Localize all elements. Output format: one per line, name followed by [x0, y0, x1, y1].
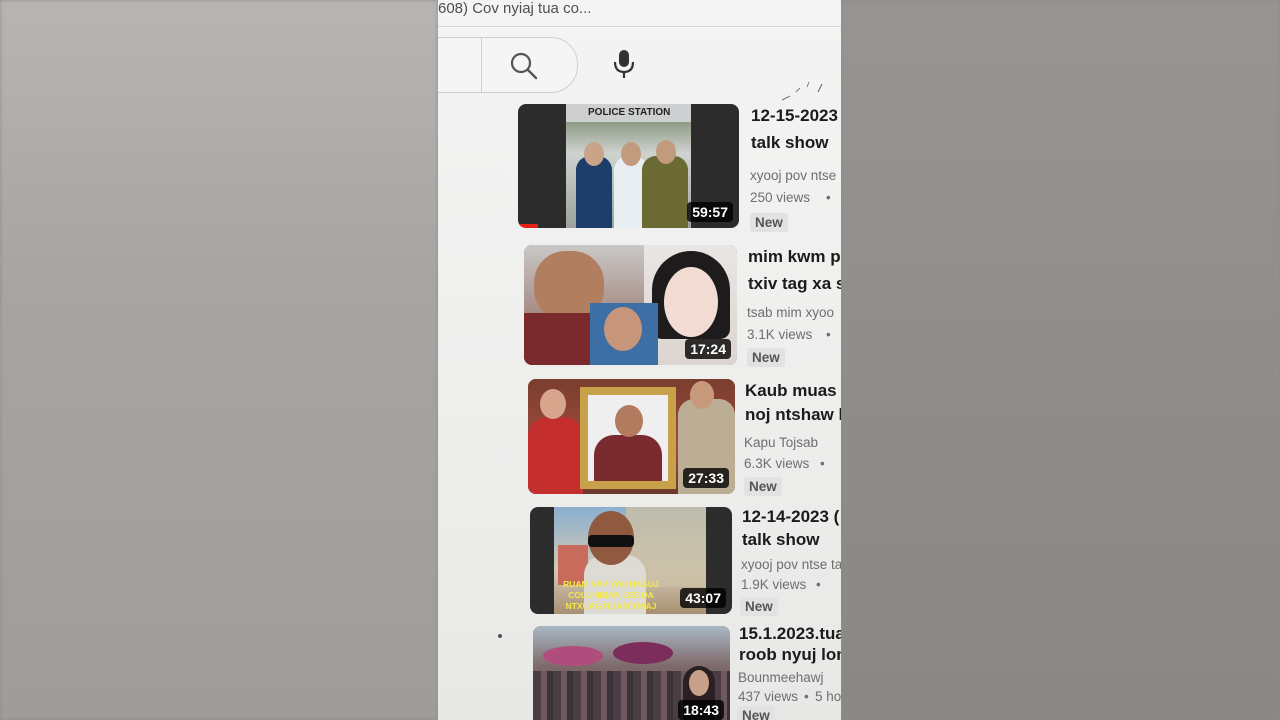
decorative-marks [781, 81, 823, 101]
video-thumbnail[interactable]: RUAM XAV YAU NKAUJ COLUMBIAN LES DA NTXU… [530, 507, 732, 614]
background-right [841, 0, 1280, 720]
meta-separator: • [816, 577, 821, 592]
search-box[interactable] [438, 37, 578, 93]
video-duration: 27:33 [683, 468, 729, 488]
channel-name[interactable]: xyooj pov ntse ta [741, 557, 841, 572]
new-badge: New [747, 348, 785, 367]
meta-separator: • [804, 689, 809, 704]
background-left [0, 0, 438, 720]
search-divider [481, 38, 482, 92]
video-title-line2[interactable]: roob nyuj lom [739, 642, 841, 668]
new-badge: New [744, 477, 782, 496]
video-duration: 17:24 [685, 339, 731, 359]
video-title-line1[interactable]: Kaub muas p [745, 378, 841, 404]
view-count: 437 views [738, 689, 799, 704]
video-duration: 59:57 [687, 202, 733, 222]
video-thumbnail[interactable]: 27:33 [528, 379, 735, 494]
channel-name[interactable]: tsab mim xyoo [747, 305, 834, 320]
view-count: 6.3K views [744, 456, 810, 471]
search-icon[interactable] [509, 51, 539, 81]
new-badge: New [737, 706, 775, 720]
phone-screen: 608) Cov nyiaj tua co... POLICE STATION [438, 0, 841, 720]
video-title-line2[interactable]: talk show [742, 527, 819, 553]
view-count: 1.9K views [741, 577, 807, 592]
view-count: 3.1K views [747, 327, 813, 342]
thumbnail-caption: RUAM XAV YAU NKAUJ COLUMBIAN LES DA NTXU… [563, 579, 659, 611]
video-duration: 18:43 [678, 700, 724, 720]
video-title-line2[interactable]: talk show [751, 130, 828, 156]
dust-speck [498, 634, 502, 638]
meta-separator: • [826, 327, 831, 342]
video-thumbnail[interactable]: 18:43 [533, 626, 730, 720]
video-thumbnail[interactable]: 17:24 [524, 245, 737, 365]
meta-separator: • [820, 456, 825, 471]
search-query-label: 608) Cov nyiaj tua co... [438, 0, 592, 17]
video-title-line2[interactable]: noj ntshaw h [745, 402, 841, 428]
new-badge: New [750, 213, 788, 232]
thumbnail-caption: POLICE STATION [588, 107, 671, 118]
upload-time: 5 ho [815, 689, 841, 704]
view-count: 250 views [750, 190, 811, 205]
mic-icon[interactable] [612, 48, 636, 80]
video-title-line1[interactable]: mim kwm p [748, 244, 841, 270]
channel-name[interactable]: Bounmeehawj [738, 670, 824, 685]
channel-name[interactable]: xyooj pov ntse [750, 168, 836, 183]
channel-name[interactable]: Kapu Tojsab [744, 435, 818, 450]
video-title-line2[interactable]: txiv tag xa s [748, 271, 841, 297]
meta-separator: • [826, 190, 831, 205]
watch-progress-bar [518, 224, 538, 228]
search-query-text[interactable]: 608) Cov nyiaj tua co... [438, 0, 841, 27]
video-thumbnail[interactable]: POLICE STATION 59:57 [518, 104, 739, 228]
video-title-line1[interactable]: 12-15-2023 [751, 103, 838, 129]
video-duration: 43:07 [680, 588, 726, 608]
new-badge: New [740, 597, 778, 616]
